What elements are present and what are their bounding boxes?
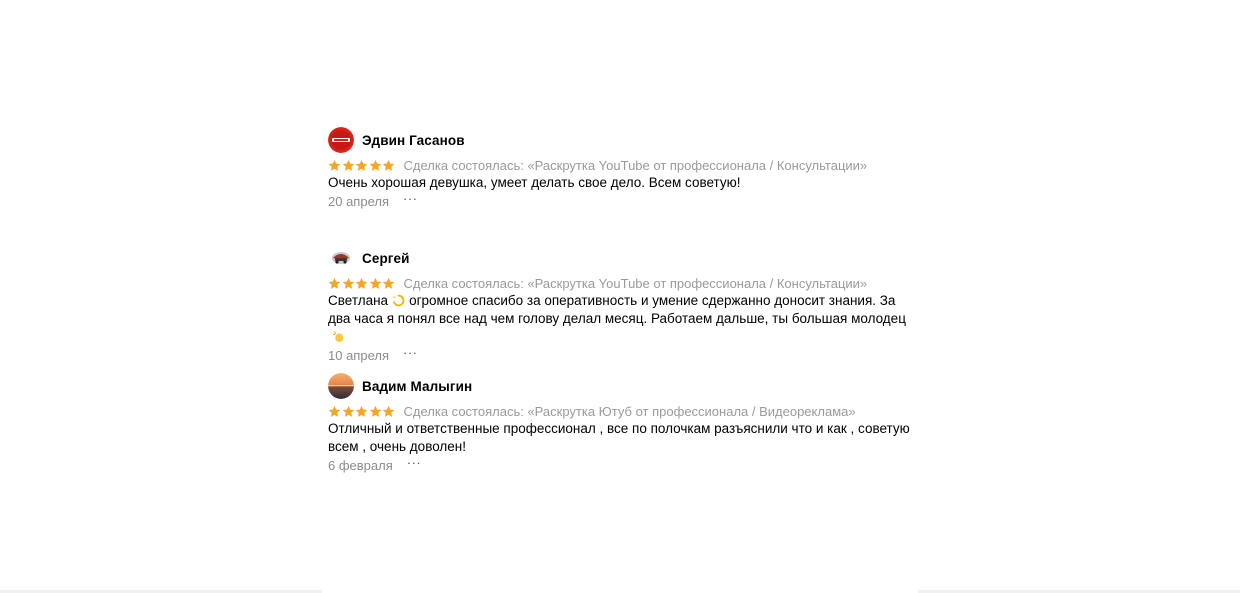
author-name[interactable]: Вадим Малыгин bbox=[362, 379, 472, 394]
review-text: Очень хорошая девушка, умеет делать свое… bbox=[328, 174, 918, 192]
star-icon bbox=[355, 277, 368, 289]
more-options-button[interactable]: ··· bbox=[403, 191, 418, 206]
author-name[interactable]: Эдвин Гасанов bbox=[362, 133, 465, 148]
star-icon bbox=[328, 405, 341, 417]
review-date: 20 апреля bbox=[328, 193, 389, 209]
review-text-content: огромное спасибо за оперативность и умен… bbox=[328, 293, 906, 326]
star-icon bbox=[369, 405, 381, 417]
review-header: Вадим Малыгин bbox=[328, 372, 928, 400]
review-date: 10 апреля bbox=[328, 347, 389, 363]
star-icon bbox=[382, 277, 395, 289]
more-options-button[interactable]: ··· bbox=[407, 455, 422, 470]
star-icon bbox=[342, 277, 354, 289]
rating-stars bbox=[328, 159, 396, 172]
more-options-button[interactable]: ··· bbox=[403, 345, 418, 360]
rating-stars bbox=[328, 277, 396, 290]
clapping-hands-emoji-icon bbox=[332, 331, 344, 342]
review-footer: 20 апреля ··· bbox=[328, 191, 928, 210]
deal-info: Сделка состоялась: «Раскрутка YouTube от… bbox=[403, 275, 868, 291]
star-icon bbox=[369, 159, 381, 171]
avatar[interactable] bbox=[328, 245, 354, 271]
avatar[interactable] bbox=[328, 127, 354, 153]
rating-stars bbox=[328, 405, 396, 418]
review-item: Вадим Малыгин Сделка состоялась: «Раскру… bbox=[328, 372, 928, 490]
review-meta: Сделка состоялась: «Раскрутка Ютуб от пр… bbox=[328, 401, 928, 421]
deal-info: Сделка состоялась: «Раскрутка YouTube от… bbox=[403, 157, 868, 173]
deal-info: Сделка состоялась: «Раскрутка Ютуб от пр… bbox=[403, 403, 856, 419]
star-icon bbox=[355, 159, 368, 171]
star-icon bbox=[342, 405, 354, 417]
author-name[interactable]: Сергей bbox=[362, 251, 410, 266]
review-text-content: Светлана bbox=[328, 293, 389, 308]
review-header: Сергей bbox=[328, 244, 928, 272]
review-item: Эдвин Гасанов Сделка состоялась: «Раскру… bbox=[328, 126, 928, 244]
review-date: 6 февраля bbox=[328, 457, 393, 473]
review-header: Эдвин Гасанов bbox=[328, 126, 928, 154]
review-item: Сергей Сделка состоялась: «Раскрутка You… bbox=[328, 244, 928, 372]
review-footer: 6 февраля ··· bbox=[328, 455, 928, 474]
star-icon bbox=[328, 277, 341, 289]
star-icon bbox=[355, 405, 368, 417]
review-meta: Сделка состоялась: «Раскрутка YouTube от… bbox=[328, 273, 928, 293]
star-icon bbox=[328, 159, 341, 171]
review-text: Отличный и ответственные профессионал , … bbox=[328, 420, 918, 456]
reviews-list: Эдвин Гасанов Сделка состоялась: «Раскру… bbox=[328, 126, 928, 490]
review-text: Светлана огромное спасибо за оперативност… bbox=[328, 292, 918, 346]
star-icon bbox=[342, 159, 354, 171]
star-icon bbox=[382, 159, 395, 171]
review-footer: 10 апреля ··· bbox=[328, 345, 928, 364]
star-icon bbox=[382, 405, 395, 417]
avatar[interactable] bbox=[328, 373, 354, 399]
dizzy-emoji-icon bbox=[393, 294, 405, 307]
review-meta: Сделка состоялась: «Раскрутка YouTube от… bbox=[328, 155, 928, 175]
star-icon bbox=[369, 277, 381, 289]
review-text-content: Отличный и ответственные профессионал , … bbox=[328, 421, 910, 454]
review-text-content: Очень хорошая девушка, умеет делать свое… bbox=[328, 175, 741, 190]
